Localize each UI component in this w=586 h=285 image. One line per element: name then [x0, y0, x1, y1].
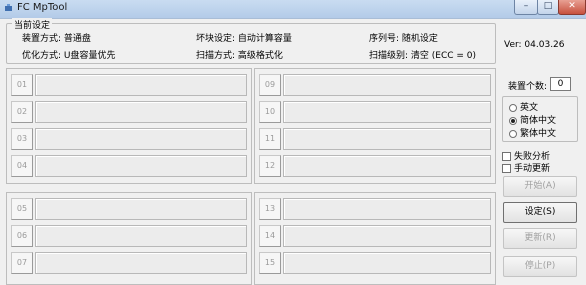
slot-panel-bottom-right: 13 14 15 — [254, 192, 496, 285]
slot-number: 13 — [259, 198, 281, 220]
settings-button[interactable]: 设定(S) — [503, 202, 577, 223]
radio-icon — [509, 103, 517, 112]
option-label: 手动更新 — [514, 164, 551, 174]
slot-number: 01 — [11, 74, 33, 96]
slot: 12 — [259, 155, 491, 177]
slot-number: 11 — [259, 128, 281, 150]
slot: 09 — [259, 74, 491, 96]
slot-number: 15 — [259, 252, 281, 274]
slot: 10 — [259, 101, 491, 123]
title-bar: FC MpTool – □ ✕ — [0, 0, 586, 19]
minimize-button[interactable]: – — [514, 0, 538, 15]
slot-number: 04 — [11, 155, 33, 177]
slot-status-bar — [283, 252, 491, 274]
start-button[interactable]: 开始(A) — [503, 176, 577, 197]
scan-mode-info: 扫描方式: 高级格式化 — [196, 51, 283, 61]
slot-number: 05 — [11, 198, 33, 220]
slot: 07 — [11, 252, 247, 274]
slot-number: 03 — [11, 128, 33, 150]
radio-icon — [509, 129, 517, 138]
slot: 11 — [259, 128, 491, 150]
slot: 03 — [11, 128, 247, 150]
slot-status-bar — [35, 198, 247, 220]
slot-number: 10 — [259, 101, 281, 123]
slot-status-bar — [283, 74, 491, 96]
slot-status-bar — [35, 101, 247, 123]
close-button[interactable]: ✕ — [558, 0, 586, 15]
checkbox-icon — [502, 164, 511, 173]
slot-status-bar — [283, 155, 491, 177]
slot-number: 07 — [11, 252, 33, 274]
device-mode-info: 装置方式: 普通盘 — [22, 34, 91, 44]
window-title: FC MpTool — [17, 2, 68, 13]
manual-update-checkbox[interactable]: 手动更新 — [502, 161, 550, 174]
language-radio-simplified-chinese[interactable]: 简体中文 — [509, 113, 556, 126]
slot-status-bar — [35, 128, 247, 150]
slot-status-bar — [283, 225, 491, 247]
slot: 05 — [11, 198, 247, 220]
slot: 06 — [11, 225, 247, 247]
slot-status-bar — [283, 198, 491, 220]
checkbox-icon — [502, 152, 511, 161]
maximize-button[interactable]: □ — [537, 0, 559, 15]
scan-level-info: 扫描级别: 清空 (ECC = 0) — [369, 51, 477, 61]
slot: 04 — [11, 155, 247, 177]
slot-panel-top-right: 09 10 11 12 — [254, 68, 496, 184]
device-count-field: 0 — [550, 77, 571, 91]
slot-number: 14 — [259, 225, 281, 247]
slot: 15 — [259, 252, 491, 274]
slot: 14 — [259, 225, 491, 247]
slot-status-bar — [283, 128, 491, 150]
slot-panel-bottom-left: 05 06 07 — [6, 192, 252, 285]
radio-selected-icon — [509, 116, 517, 125]
slot-status-bar — [35, 155, 247, 177]
device-count-label: 装置个数: — [508, 82, 548, 92]
slot-number: 12 — [259, 155, 281, 177]
serial-info: 序列号: 随机设定 — [369, 34, 438, 44]
slot-status-bar — [35, 252, 247, 274]
update-button[interactable]: 更新(R) — [503, 228, 577, 249]
slot: 01 — [11, 74, 247, 96]
language-radio-traditional-chinese[interactable]: 繁体中文 — [509, 126, 556, 139]
slot-number: 06 — [11, 225, 33, 247]
version-label: Ver: 04.03.26 — [504, 40, 565, 50]
language-label: 英文 — [520, 103, 539, 113]
slot: 13 — [259, 198, 491, 220]
block-setting-info: 坏块设定: 自动计算容量 — [196, 34, 292, 44]
slot-panel-top-left: 01 02 03 04 — [6, 68, 252, 184]
stop-button[interactable]: 停止(P) — [503, 256, 577, 277]
language-label: 繁体中文 — [520, 129, 557, 139]
language-label: 简体中文 — [520, 116, 557, 126]
slot-status-bar — [283, 101, 491, 123]
slot-number: 02 — [11, 101, 33, 123]
slot: 02 — [11, 101, 247, 123]
slot-status-bar — [35, 74, 247, 96]
optimize-info: 优化方式: U盘容量优先 — [22, 51, 116, 61]
slot-status-bar — [35, 225, 247, 247]
language-radio-english[interactable]: 英文 — [509, 100, 538, 113]
current-settings-legend: 当前设定 — [12, 18, 53, 31]
app-icon — [5, 4, 12, 11]
slot-number: 09 — [259, 74, 281, 96]
